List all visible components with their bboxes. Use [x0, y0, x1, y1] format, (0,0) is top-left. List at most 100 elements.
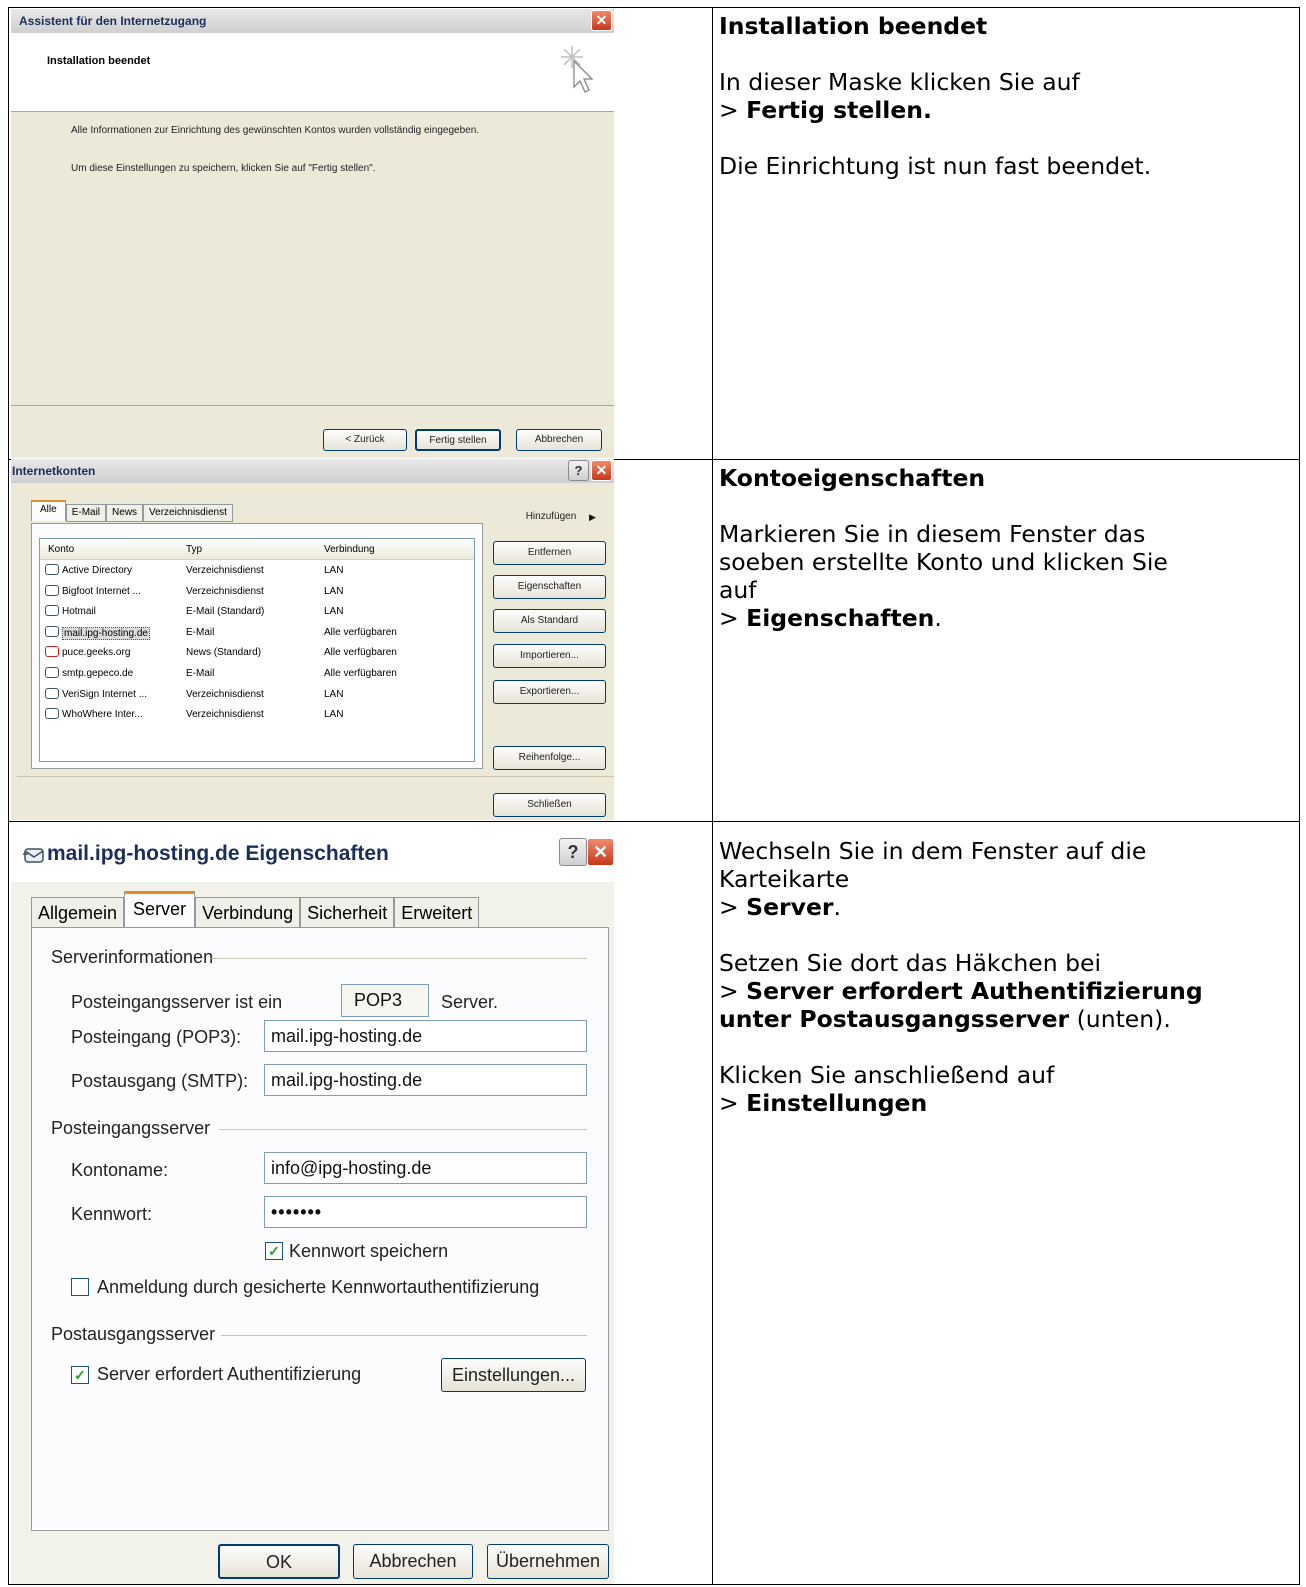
table-cell: Active Directory — [62, 565, 133, 576]
close-icon[interactable]: ✕ — [587, 838, 614, 866]
step2-title: Kontoeigenschaften — [719, 464, 986, 492]
finish-button[interactable]: Fertig stellen — [415, 429, 501, 451]
account-name-label: Kontoname: — [71, 1160, 169, 1180]
group-incoming: Posteingangsserver — [51, 1118, 211, 1138]
export-button[interactable]: Exportieren... — [493, 680, 606, 704]
table-cell: Alle verfügbaren — [324, 626, 397, 638]
tab-allgemein[interactable]: Allgemein — [31, 897, 125, 927]
table-cell: Alle verfügbaren — [324, 647, 397, 659]
password-label: Kennwort: — [71, 1204, 153, 1224]
tab-verzeichnisdienst[interactable]: Verzeichnisdienst — [143, 504, 233, 522]
tab-server[interactable]: Server — [124, 891, 196, 927]
ok-button[interactable]: OK — [218, 1544, 340, 1579]
step1-instructions: Installation beendet In dieser Maske kli… — [719, 12, 1279, 180]
table-cell: News (Standard) — [186, 647, 262, 659]
tab-sicherheit[interactable]: Sicherheit — [300, 897, 395, 927]
step2-line: auf — [719, 576, 757, 604]
apply-button[interactable]: Übernehmen — [487, 1544, 609, 1579]
wizard-info-text: Alle Informationen zur Einrichtung des g… — [71, 125, 480, 136]
list-item[interactable]: Active Directory Verzeichnisdienst LAN — [42, 561, 472, 581]
column-header[interactable]: Verbindung — [324, 544, 375, 555]
cancel-button[interactable]: Abbrechen — [516, 429, 602, 451]
cancel-button[interactable]: Abbrechen — [353, 1544, 473, 1579]
step3-line: Wechseln Sie in dem Fenster auf die — [719, 837, 1147, 865]
settings-button[interactable]: Einstellungen... — [441, 1358, 586, 1392]
account-name-input[interactable]: info@ipg-hosting.de — [264, 1152, 587, 1184]
import-button[interactable]: Importieren... — [493, 644, 606, 668]
cursor-sparkle-icon — [561, 46, 594, 93]
list-item[interactable]: Hotmail E-Mail (Standard) LAN — [42, 602, 472, 622]
wizard-window: Assistent für den Internetzugang ✕ Insta… — [11, 9, 614, 458]
tab-strip: Alle E-Mail News Verzeichnisdienst — [31, 500, 233, 524]
table-cell: Hotmail — [62, 606, 96, 618]
list-item[interactable]: smtp.gepeco.de E-Mail Alle verfügbaren — [42, 664, 472, 684]
password-input[interactable]: ••••••• — [264, 1196, 587, 1228]
accounts-window: Internetkonten ? ✕ Alle E-Mail News Verz… — [11, 459, 614, 820]
arrow-prefix: > — [719, 977, 747, 1005]
list-item[interactable]: VeriSign Internet ... Verzeichnisdienst LA… — [42, 685, 472, 705]
properties-button[interactable]: Eigenschaften — [493, 575, 606, 599]
save-password-checkbox[interactable]: ✓ — [265, 1242, 283, 1260]
group-outgoing: Postausgangsserver — [51, 1324, 216, 1344]
list-item[interactable]: mail.ipg-hosting.de E-Mail Alle verfügbare… — [42, 623, 472, 643]
add-button[interactable]: Hinzufügen — [503, 506, 599, 530]
tab-email[interactable]: E-Mail — [65, 504, 107, 522]
step2-line: soeben erstellte Konto und klicken Sie — [719, 548, 1168, 576]
table-cell: Verzeichnisdienst — [186, 688, 264, 700]
help-icon[interactable]: ? — [559, 838, 587, 866]
list-item[interactable]: puce.geeks.org News (Standard) Alle verfüg… — [42, 643, 472, 663]
step3-instructions: Wechseln Sie in dem Fenster auf die Kart… — [719, 837, 1279, 1117]
group-line — [221, 1335, 587, 1336]
spa-label: Anmeldung durch gesicherte Kennwortauthe… — [97, 1277, 540, 1297]
table-cell: LAN — [324, 688, 344, 700]
account-list[interactable]: Konto Typ Verbindung Active Directory Ver… — [39, 538, 475, 762]
window-title: Internetkonten — [12, 464, 96, 478]
wizard-header-title: Installation beendet — [47, 55, 151, 67]
tab-erweitert[interactable]: Erweitert — [394, 897, 480, 927]
set-default-button[interactable]: Als Standard — [493, 609, 606, 633]
wizard-save-text: Um diese Einstellungen zu speichern, kli… — [71, 163, 376, 174]
close-button[interactable]: Schließen — [493, 793, 606, 817]
step3-highlight-outgoing: unter Postausgangsserver — [719, 1005, 1070, 1033]
table-cell: LAN — [324, 709, 344, 721]
step3-highlight-auth: Server erfordert Authentifizierung — [746, 977, 1203, 1005]
list-item[interactable]: Bigfoot Internet ... Verzeichnisdienst LAN — [42, 582, 472, 602]
order-button[interactable]: Reihenfolge... — [493, 746, 606, 770]
step3-highlight-server: Server — [746, 893, 834, 921]
account-icon — [45, 687, 59, 699]
window-title: Assistent für den Internetzugang — [19, 14, 207, 28]
close-icon[interactable]: ✕ — [591, 460, 612, 481]
auth-checkbox[interactable]: ✓ — [71, 1366, 89, 1384]
arrow-prefix: > — [719, 1089, 747, 1117]
step3-suffix: (unten). — [1069, 1005, 1171, 1033]
tab-verbindung[interactable]: Verbindung — [195, 897, 301, 927]
auth-label: Server erfordert Authentifizierung — [97, 1364, 362, 1384]
table-cell: Verzeichnisdienst — [186, 565, 264, 576]
column-divider — [712, 8, 713, 1584]
smtp-label: Postausgang (SMTP): — [71, 1071, 249, 1091]
account-icon — [23, 848, 44, 863]
spa-checkbox[interactable] — [71, 1278, 89, 1296]
incoming-type-label: Posteingangsserver ist ein — [71, 992, 283, 1012]
table-cell: Verzeichnisdienst — [186, 709, 264, 721]
step3-line: Klicken Sie anschließend auf — [719, 1061, 1055, 1089]
help-icon[interactable]: ? — [568, 460, 589, 481]
server-word: Server. — [441, 992, 499, 1012]
remove-button[interactable]: Entfernen — [493, 541, 606, 565]
tab-alle[interactable]: Alle — [31, 500, 66, 521]
account-icon — [45, 605, 59, 617]
divider — [17, 776, 614, 777]
tab-news[interactable]: News — [106, 504, 144, 522]
smtp-input[interactable]: mail.ipg-hosting.de — [264, 1064, 587, 1096]
column-header[interactable]: Konto — [48, 544, 74, 555]
step3-highlight-settings: Einstellungen — [746, 1089, 928, 1117]
table-cell: Alle verfügbaren — [324, 668, 397, 679]
divider — [11, 405, 614, 406]
list-item[interactable]: WhoWhere Inter... Verzeichnisdienst LAN — [42, 705, 472, 725]
table-cell: E-Mail — [186, 626, 215, 638]
step2-line: Markieren Sie in diesem Fenster das — [719, 520, 1146, 548]
back-button[interactable]: < Zurück — [323, 429, 407, 451]
column-header[interactable]: Typ — [186, 544, 202, 555]
close-icon[interactable]: ✕ — [591, 10, 612, 31]
pop3-input[interactable]: mail.ipg-hosting.de — [264, 1020, 587, 1052]
